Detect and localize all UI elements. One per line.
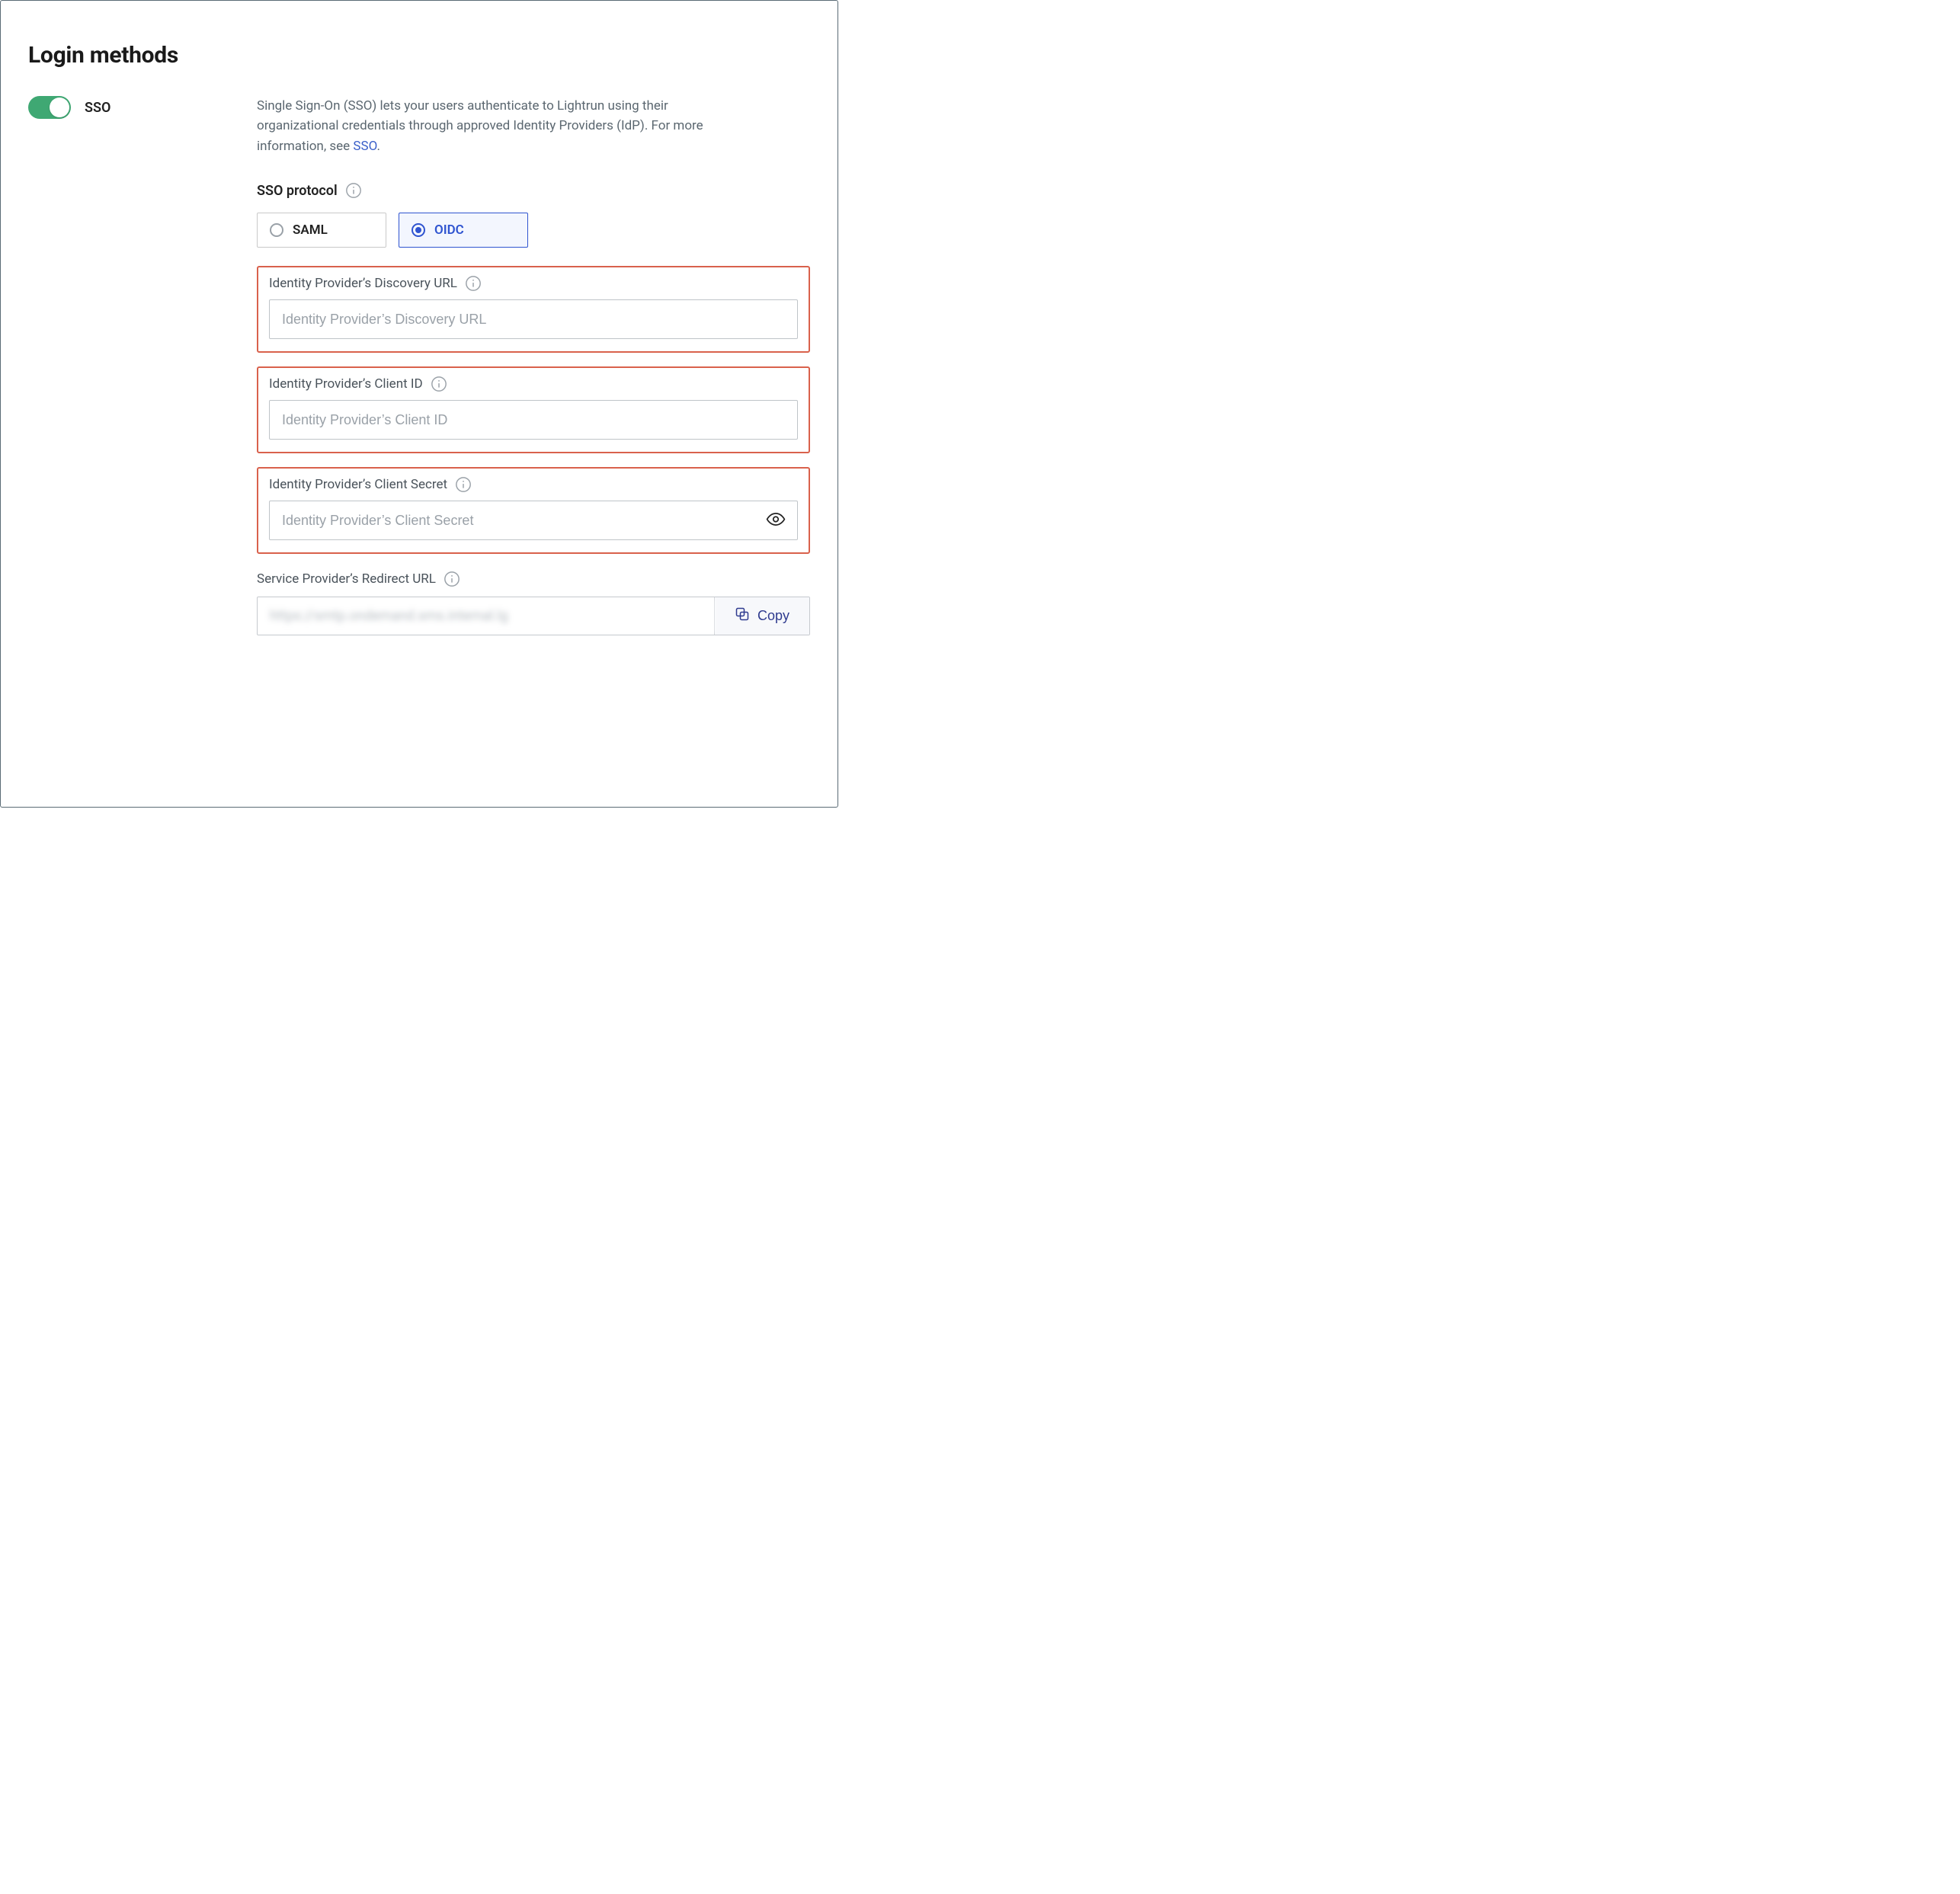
client-id-input[interactable] bbox=[269, 400, 798, 440]
sso-toggle-group: SSO bbox=[28, 96, 257, 119]
discovery-url-label: Identity Provider’s Discovery URL bbox=[269, 275, 798, 292]
copy-icon bbox=[735, 606, 750, 625]
client-secret-input[interactable] bbox=[269, 501, 798, 540]
protocol-option-saml[interactable]: SAML bbox=[257, 213, 386, 248]
toggle-knob bbox=[50, 98, 69, 117]
sso-toggle-label: SSO bbox=[85, 100, 110, 116]
page-title: Login methods bbox=[28, 42, 810, 69]
info-icon[interactable] bbox=[345, 182, 362, 199]
redirect-url-value: https://smtp.ondemand.sms.internal.lg bbox=[258, 597, 714, 635]
client-id-label-text: Identity Provider’s Client ID bbox=[269, 376, 423, 392]
sso-toggle[interactable] bbox=[28, 96, 71, 119]
sso-doc-link[interactable]: SSO bbox=[353, 139, 376, 154]
info-icon[interactable] bbox=[455, 476, 472, 493]
info-icon[interactable] bbox=[431, 376, 447, 392]
radio-icon bbox=[412, 223, 425, 237]
protocol-option-label: OIDC bbox=[434, 222, 464, 238]
eye-icon bbox=[766, 520, 786, 532]
info-icon[interactable] bbox=[444, 571, 460, 587]
sso-protocol-label-text: SSO protocol bbox=[257, 183, 338, 199]
protocol-option-oidc[interactable]: OIDC bbox=[399, 213, 528, 248]
client-id-label: Identity Provider’s Client ID bbox=[269, 376, 798, 392]
protocol-option-label: SAML bbox=[293, 222, 328, 238]
discovery-url-block: Identity Provider’s Discovery URL bbox=[257, 266, 810, 353]
discovery-url-label-text: Identity Provider’s Discovery URL bbox=[269, 276, 457, 291]
sso-protocol-label: SSO protocol bbox=[257, 182, 810, 199]
client-secret-block: Identity Provider’s Client Secret bbox=[257, 467, 810, 554]
copy-redirect-url-button[interactable]: Copy bbox=[714, 597, 809, 635]
client-secret-input-wrap bbox=[269, 501, 798, 540]
sso-row: SSO Single Sign-On (SSO) lets your users… bbox=[28, 96, 810, 635]
login-methods-panel: Login methods SSO Single Sign-On (SSO) l… bbox=[0, 0, 838, 808]
sso-description: Single Sign-On (SSO) lets your users aut… bbox=[257, 96, 729, 156]
protocol-radio-group: SAML OIDC bbox=[257, 213, 810, 248]
redirect-url-row: https://smtp.ondemand.sms.internal.lg Co… bbox=[257, 597, 810, 635]
client-id-block: Identity Provider’s Client ID bbox=[257, 366, 810, 453]
sso-right-column: Single Sign-On (SSO) lets your users aut… bbox=[257, 96, 810, 635]
client-secret-label: Identity Provider’s Client Secret bbox=[269, 476, 798, 493]
sso-description-tail: . bbox=[376, 139, 380, 154]
copy-button-label: Copy bbox=[757, 608, 789, 624]
discovery-url-input[interactable] bbox=[269, 299, 798, 339]
sso-description-text: Single Sign-On (SSO) lets your users aut… bbox=[257, 98, 703, 154]
redirect-url-label: Service Provider’s Redirect URL bbox=[257, 571, 810, 587]
redirect-url-label-text: Service Provider’s Redirect URL bbox=[257, 571, 436, 587]
reveal-secret-button[interactable] bbox=[763, 507, 789, 535]
info-icon[interactable] bbox=[465, 275, 482, 292]
radio-icon bbox=[270, 223, 283, 237]
client-secret-label-text: Identity Provider’s Client Secret bbox=[269, 477, 447, 492]
